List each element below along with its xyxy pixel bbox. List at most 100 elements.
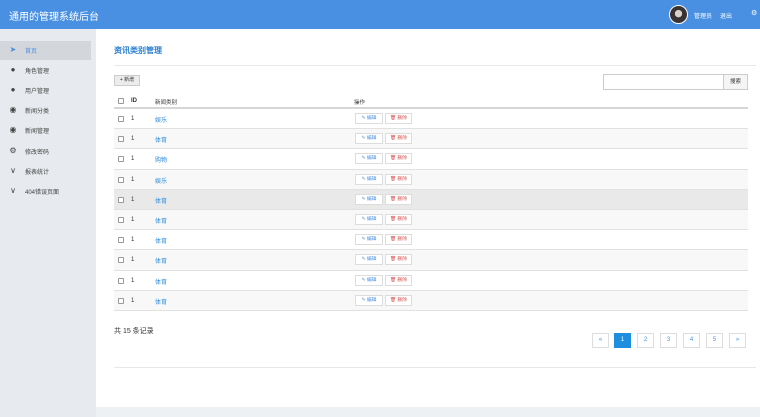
page-button-4[interactable]: 4 [683, 333, 700, 348]
edit-button[interactable]: ✎ 编辑 [355, 294, 383, 306]
search-input[interactable] [603, 74, 724, 90]
edit-button[interactable]: ✎ 编辑 [355, 113, 383, 124]
column-header-ops: 操作 [354, 100, 366, 106]
sidebar-item-label: 首页 [25, 49, 38, 55]
column-header-category: 新闻类别 [155, 100, 178, 106]
row-checkbox[interactable] [118, 116, 124, 122]
row-category-link[interactable]: 购物 [155, 155, 167, 164]
delete-button[interactable]: 🗑 删除 [385, 213, 412, 225]
table-row: 1 体育 ✎ 编辑 🗑 删除 [114, 271, 748, 291]
page-title: 资讯类别管理 [114, 46, 162, 55]
row-category-link[interactable]: 娱乐 [155, 115, 167, 124]
row-category-link[interactable]: 体育 [155, 216, 167, 225]
sidebar-item-label: 新闻分类 [25, 109, 50, 115]
edit-button[interactable]: ✎ 编辑 [355, 274, 383, 286]
table-row: 1 体育 ✎ 编辑 🗑 删除 [114, 129, 748, 150]
table-row: 1 体育 ✎ 编辑 🗑 删除 [114, 230, 748, 251]
top-bar: 通用的管理系统后台 管理员 退出 ⚙ [0, 0, 760, 29]
gear-icon[interactable]: ⚙ [751, 9, 757, 17]
row-id: 1 [131, 136, 135, 143]
page-button-5[interactable]: 5 [706, 333, 723, 348]
row-id: 1 [131, 277, 135, 284]
delete-button[interactable]: 🗑 删除 [385, 193, 412, 205]
edit-button[interactable]: ✎ 编辑 [355, 173, 383, 185]
sidebar-item-roles[interactable]: ● 角色管理 [0, 61, 91, 80]
page-button-3[interactable]: 3 [660, 333, 677, 348]
sidebar-item-404[interactable]: ∨ 404错误页面 [0, 182, 91, 201]
row-category-link[interactable]: 娱乐 [155, 176, 167, 185]
user-name[interactable]: 管理员 [694, 11, 712, 20]
row-id: 1 [131, 297, 135, 304]
record-count: 共 15 条记录 [114, 328, 154, 335]
delete-button[interactable]: 🗑 删除 [385, 274, 412, 286]
table-row: 1 体育 ✎ 编辑 🗑 删除 [114, 290, 748, 311]
sidebar-item-label: 修改密码 [25, 150, 50, 156]
delete-button[interactable]: 🗑 删除 [385, 133, 412, 145]
row-checkbox[interactable] [118, 277, 124, 284]
row-category-link[interactable]: 体育 [155, 196, 167, 205]
send-icon: ➤ [9, 45, 17, 54]
table-header: ID 新闻类别 操作 [114, 96, 748, 109]
gear-icon: ⚙ [9, 146, 17, 155]
row-category-link[interactable]: 体育 [155, 256, 167, 265]
row-id: 1 [131, 196, 135, 203]
column-header-id: ID [131, 98, 137, 104]
row-checkbox[interactable] [118, 176, 124, 183]
edit-button[interactable]: ✎ 编辑 [355, 234, 383, 246]
delete-button[interactable]: 🗑 删除 [385, 254, 412, 266]
sidebar-item-label: 用户管理 [25, 89, 50, 95]
page-button-1[interactable]: 1 [614, 333, 631, 348]
sidebar-item-label: 角色管理 [25, 69, 50, 75]
delete-button[interactable]: 🗑 删除 [385, 113, 412, 124]
row-checkbox[interactable] [118, 216, 124, 223]
edit-button[interactable]: ✎ 编辑 [355, 133, 383, 145]
sidebar-item-password[interactable]: ⚙ 修改密码 [0, 142, 91, 161]
edit-button[interactable]: ✎ 编辑 [355, 153, 383, 165]
row-id: 1 [131, 216, 135, 223]
delete-button[interactable]: 🗑 删除 [385, 234, 412, 246]
sidebar-item-users[interactable]: ● 用户管理 [0, 81, 91, 100]
select-all-checkbox[interactable] [118, 98, 124, 104]
row-checkbox[interactable] [118, 257, 124, 264]
row-checkbox[interactable] [118, 237, 124, 244]
sidebar-item-news-category[interactable]: ◉ 新闻分类 [0, 101, 91, 120]
edit-button[interactable]: ✎ 编辑 [355, 254, 383, 266]
row-checkbox[interactable] [118, 297, 124, 304]
row-id: 1 [131, 176, 135, 183]
logout-link[interactable]: 退出 [720, 11, 732, 20]
search-button[interactable]: 搜索 [724, 74, 748, 90]
page-button-2[interactable]: 2 [637, 333, 654, 348]
sidebar-item-reports[interactable]: ∨ 报表统计 [0, 162, 91, 181]
chat-icon: ◉ [9, 105, 17, 114]
divider [114, 65, 756, 66]
table-row: 1 体育 ✎ 编辑 🗑 删除 [114, 189, 748, 210]
user-icon: ● [10, 85, 16, 94]
delete-button[interactable]: 🗑 删除 [385, 153, 412, 165]
sidebar-item-home[interactable]: ➤ 首页 [0, 41, 91, 60]
row-category-link[interactable]: 体育 [155, 135, 167, 144]
table-row: 1 购物 ✎ 编辑 🗑 删除 [114, 149, 748, 170]
category-table: ID 新闻类别 操作 1 娱乐 ✎ 编辑 🗑 删除 1 体育 ✎ 编辑 🗑 删除 1 购物 ✎ 编辑… [114, 96, 748, 311]
add-button[interactable]: + 新增 [114, 75, 140, 86]
page-next-button[interactable]: » [729, 333, 746, 348]
table-row: 1 娱乐 ✎ 编辑 🗑 删除 [114, 169, 748, 190]
chevron-down-icon: ∨ [10, 166, 16, 175]
page-prev-button[interactable]: « [592, 333, 609, 348]
row-id: 1 [131, 257, 135, 264]
sidebar: ➤ 首页 ● 角色管理 ● 用户管理 ◉ 新闻分类 ◉ 新闻管理 ⚙ 修改密码 … [0, 29, 96, 417]
avatar[interactable] [669, 5, 688, 24]
row-checkbox[interactable] [118, 196, 124, 203]
sidebar-item-label: 报表统计 [25, 170, 50, 176]
row-checkbox[interactable] [118, 136, 124, 143]
edit-button[interactable]: ✎ 编辑 [355, 193, 383, 205]
delete-button[interactable]: 🗑 删除 [385, 294, 412, 306]
row-category-link[interactable]: 体育 [155, 236, 167, 245]
row-category-link[interactable]: 体育 [155, 277, 167, 286]
edit-button[interactable]: ✎ 编辑 [355, 213, 383, 225]
row-category-link[interactable]: 体育 [155, 297, 167, 306]
table-row: 1 体育 ✎ 编辑 🗑 删除 [114, 250, 748, 271]
delete-button[interactable]: 🗑 删除 [385, 173, 412, 185]
row-checkbox[interactable] [118, 156, 124, 163]
sidebar-item-news[interactable]: ◉ 新闻管理 [0, 121, 91, 140]
sidebar-item-label: 新闻管理 [25, 129, 50, 135]
